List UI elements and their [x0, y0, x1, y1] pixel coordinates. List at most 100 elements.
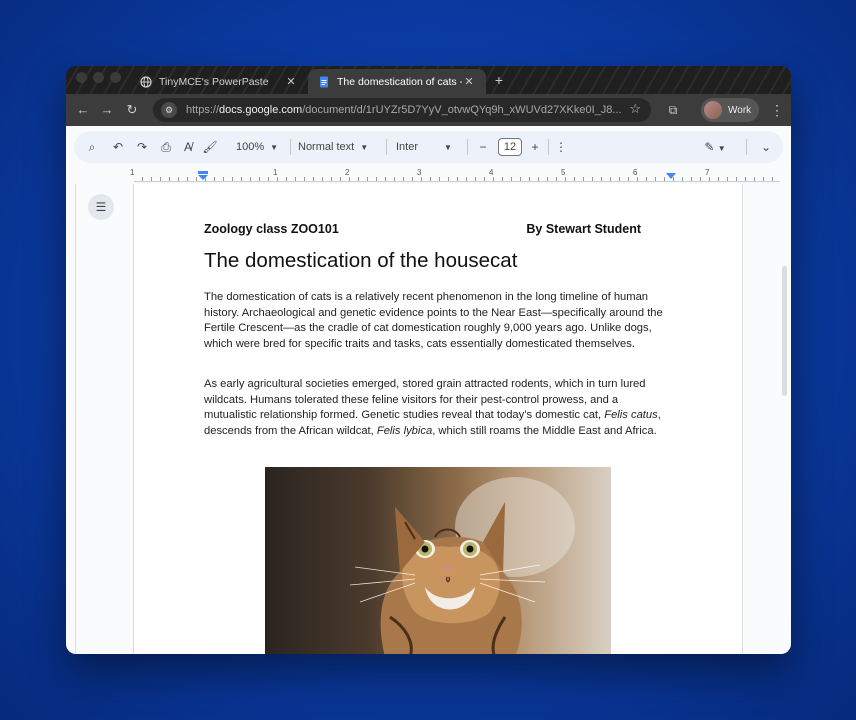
- forward-icon[interactable]: →: [98, 101, 116, 119]
- paint-format-icon[interactable]: 🖌: [202, 139, 218, 155]
- font-select[interactable]: Inter ▼: [396, 139, 458, 155]
- ruler-tick: [223, 177, 224, 181]
- ruler-tick: [178, 177, 179, 181]
- ruler-tick: [691, 177, 692, 181]
- toolbar-divider: [386, 139, 387, 155]
- left-indent-marker-icon[interactable]: [198, 171, 208, 181]
- ruler-tick: [700, 177, 701, 181]
- maximize-window-icon[interactable]: [110, 72, 121, 83]
- ruler-tick: [646, 177, 647, 181]
- document-outline-icon[interactable]: ☰: [88, 194, 114, 220]
- ruler-tick: [538, 177, 539, 181]
- ruler-tick: [466, 177, 467, 181]
- ruler-tick: [673, 177, 674, 181]
- redo-icon[interactable]: ↷: [134, 139, 150, 155]
- docs-toolbar: ⌕ ↶ ↷ ⎙ A̸ 🖌 100% ▼ Normal text ▼ Inter ▼ −…: [74, 131, 783, 163]
- minimize-window-icon[interactable]: [93, 72, 104, 83]
- browser-menu-icon[interactable]: ⋮: [770, 101, 784, 119]
- tab-domestication[interactable]: The domestication of cats - G ✕: [308, 69, 486, 94]
- url-text[interactable]: https://docs.google.com/document/d/1rUYZ…: [186, 104, 624, 116]
- undo-icon[interactable]: ↶: [110, 139, 126, 155]
- ruler-tick: [547, 177, 548, 181]
- ruler-tick: [601, 177, 602, 181]
- avatar: [704, 101, 722, 119]
- tab-powerpaste[interactable]: TinyMCE's PowerPaste ✕: [130, 69, 308, 94]
- ruler-tick: [376, 177, 377, 181]
- ruler-tick: [718, 177, 719, 181]
- url-bar[interactable]: ⚙ https://docs.google.com/document/d/1rU…: [153, 98, 651, 122]
- ruler-tick: [628, 177, 629, 181]
- ruler-tick: [430, 177, 431, 181]
- ruler-tick: [214, 177, 215, 181]
- ruler-tick: [439, 177, 440, 181]
- ruler-number: 3: [417, 168, 422, 177]
- decrease-font-size-button[interactable]: −: [476, 139, 490, 155]
- ruler-tick: [655, 177, 656, 181]
- ruler-tick: [745, 177, 746, 181]
- ruler-number: 4: [489, 168, 494, 177]
- ruler-tick: [394, 177, 395, 181]
- print-icon[interactable]: ⎙: [158, 139, 174, 155]
- document-scrollbar[interactable]: [782, 266, 787, 396]
- ruler-number: 5: [561, 168, 566, 177]
- toolbar-divider: [548, 139, 549, 155]
- ruler-tick: [340, 177, 341, 181]
- close-tab-icon[interactable]: ✕: [284, 75, 298, 88]
- ruler-tick: [322, 177, 323, 181]
- close-tab-icon[interactable]: ✕: [462, 75, 476, 88]
- ruler-tick: [610, 177, 611, 181]
- more-options-icon[interactable]: ⋮: [554, 139, 568, 155]
- ruler-tick: [241, 177, 242, 181]
- ruler-tick: [142, 177, 143, 181]
- toolbar-divider: [467, 139, 468, 155]
- vertical-ruler[interactable]: [66, 184, 76, 654]
- ruler-tick: [385, 177, 386, 181]
- profile-button[interactable]: Work: [701, 98, 759, 122]
- ruler-tick: [709, 177, 710, 181]
- document-page[interactable]: Zoology class ZOO101 By Stewart Student …: [133, 184, 743, 654]
- window-controls: [76, 72, 121, 83]
- ruler-tick: [250, 177, 251, 181]
- chevron-down-icon[interactable]: ⌄: [758, 139, 774, 155]
- cat-photo[interactable]: [265, 467, 611, 654]
- extensions-icon[interactable]: ⧉: [664, 101, 682, 119]
- ruler-tick: [736, 177, 737, 181]
- ruler-tick: [259, 177, 260, 181]
- increase-font-size-button[interactable]: +: [528, 139, 542, 155]
- ruler-tick: [484, 177, 485, 181]
- ruler-tick: [349, 177, 350, 181]
- editing-mode-icon[interactable]: ✎ ▼: [700, 139, 730, 155]
- spellcheck-icon[interactable]: A̸: [180, 139, 196, 155]
- ruler-tick: [169, 177, 170, 181]
- ruler-tick: [403, 177, 404, 181]
- ruler-tick: [520, 177, 521, 181]
- ruler-tick: [196, 177, 197, 181]
- ruler-tick: [682, 177, 683, 181]
- ruler-tick: [367, 177, 368, 181]
- search-menus-icon[interactable]: ⌕: [84, 139, 100, 155]
- ruler-tick: [331, 177, 332, 181]
- site-info-icon[interactable]: ⚙: [161, 102, 177, 118]
- back-icon[interactable]: ←: [74, 101, 92, 119]
- style-select[interactable]: Normal text ▼: [298, 139, 378, 155]
- zoom-select[interactable]: 100% ▼: [232, 139, 282, 155]
- tab-title: The domestication of cats - G: [337, 75, 462, 88]
- document-title: The domestication of the housecat: [204, 249, 518, 272]
- ruler-tick: [763, 177, 764, 181]
- horizontal-ruler[interactable]: 1 1 2 3 4 5 6 7: [74, 168, 780, 182]
- font-size-input[interactable]: 12: [498, 138, 522, 156]
- close-window-icon[interactable]: [76, 72, 87, 83]
- ruler-tick: [475, 177, 476, 181]
- ruler-number: 7: [705, 168, 710, 177]
- ruler-tick: [664, 177, 665, 181]
- ruler-tick: [448, 177, 449, 181]
- docs-icon: [320, 76, 328, 87]
- right-indent-marker-icon[interactable]: [666, 171, 676, 181]
- reload-icon[interactable]: ↻: [123, 101, 141, 119]
- ruler-tick: [502, 177, 503, 181]
- new-tab-button[interactable]: +: [490, 71, 508, 89]
- ruler-tick: [754, 177, 755, 181]
- header-class-name: Zoology class ZOO101: [204, 222, 339, 236]
- bookmark-star-icon[interactable]: ☆: [629, 101, 641, 117]
- ruler-tick: [232, 177, 233, 181]
